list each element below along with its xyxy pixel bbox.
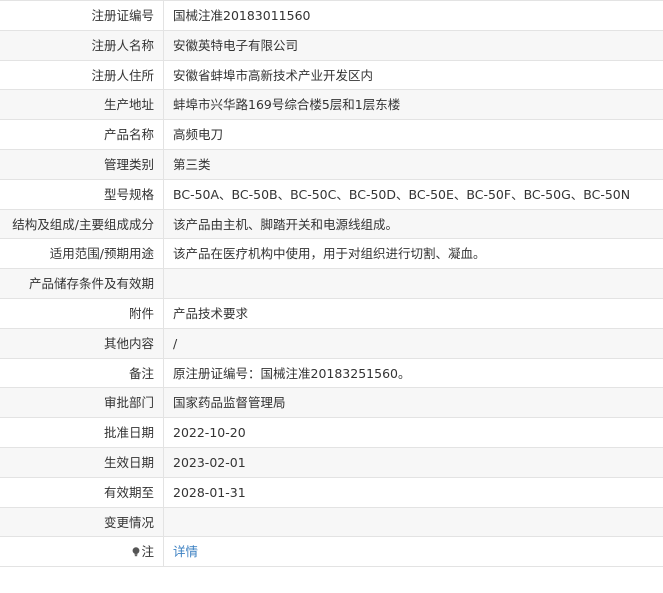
value-registration-number: 国械注准20183011560 bbox=[173, 8, 311, 23]
row-production-address: 生产地址 蚌埠市兴华路169号综合楼5层和1层东楼 bbox=[0, 90, 663, 121]
label-attachment: 附件 bbox=[0, 298, 164, 328]
row-management-category: 管理类别 第三类 bbox=[0, 149, 663, 180]
row-attachment: 附件 产品技术要求 bbox=[0, 298, 663, 329]
label-approval-date: 批准日期 bbox=[0, 418, 164, 447]
row-structure-composition: 结构及组成/主要组成成分 该产品由主机、脚踏开关和电源线组成。 bbox=[0, 209, 663, 240]
row-product-name: 产品名称 高频电刀 bbox=[0, 120, 663, 150]
value-registrant-name: 安徽英特电子有限公司 bbox=[173, 37, 299, 53]
label-product-name: 产品名称 bbox=[0, 120, 164, 149]
details-link[interactable]: 详情 bbox=[173, 544, 198, 559]
label-production-address: 生产地址 bbox=[0, 90, 164, 120]
value-product-name: 高频电刀 bbox=[173, 127, 224, 143]
lightbulb-icon bbox=[133, 547, 140, 557]
label-note-text: 注 bbox=[141, 544, 154, 560]
row-model-spec: 型号规格 BC-50A、BC-50B、BC-50C、BC-50D、BC-50E、… bbox=[0, 179, 663, 210]
value-storage-conditions bbox=[164, 269, 663, 298]
registration-info-table: 注册证编号 国械注准20183011560 注册人名称 安徽英特电子有限公司 注… bbox=[0, 0, 663, 568]
row-registration-number: 注册证编号 国械注准20183011560 bbox=[0, 1, 663, 31]
value-attachment: 产品技术要求 bbox=[173, 305, 249, 321]
label-structure-composition: 结构及组成/主要组成成分 bbox=[0, 209, 164, 239]
label-intended-use: 适用范围/预期用途 bbox=[0, 239, 164, 269]
label-change-status: 变更情况 bbox=[0, 507, 164, 537]
row-change-status: 变更情况 bbox=[0, 507, 663, 538]
row-registrant-address: 注册人住所 安徽省蚌埠市高新技术产业开发区内 bbox=[0, 60, 663, 91]
value-registrant-address: 安徽省蚌埠市高新技术产业开发区内 bbox=[173, 67, 374, 83]
value-other-content: / bbox=[173, 335, 178, 351]
row-effective-date: 生效日期 2023-02-01 bbox=[0, 447, 663, 478]
label-registration-number: 注册证编号 bbox=[0, 1, 164, 30]
label-valid-until: 有效期至 bbox=[0, 477, 164, 507]
value-model-spec: BC-50A、BC-50B、BC-50C、BC-50D、BC-50E、BC-50… bbox=[173, 186, 631, 202]
label-remarks: 备注 bbox=[0, 358, 164, 388]
row-valid-until: 有效期至 2028-01-31 bbox=[0, 477, 663, 508]
row-approval-date: 批准日期 2022-10-20 bbox=[0, 418, 663, 448]
value-effective-date: 2023-02-01 bbox=[173, 454, 246, 470]
row-remarks: 备注 原注册证编号：国械注准20183251560。 bbox=[0, 358, 663, 389]
row-storage-conditions: 产品储存条件及有效期 bbox=[0, 269, 663, 299]
row-note: 注 详情 bbox=[0, 537, 663, 568]
label-model-spec: 型号规格 bbox=[0, 179, 164, 209]
value-management-category: 第三类 bbox=[173, 156, 211, 172]
value-valid-until: 2028-01-31 bbox=[173, 484, 246, 500]
label-effective-date: 生效日期 bbox=[0, 447, 164, 477]
value-intended-use: 该产品在医疗机构中使用，用于对组织进行切割、凝血。 bbox=[173, 246, 486, 262]
row-other-content: 其他内容 / bbox=[0, 328, 663, 359]
value-structure-composition: 该产品由主机、脚踏开关和电源线组成。 bbox=[173, 216, 399, 232]
label-note: 注 bbox=[0, 537, 164, 567]
value-approval-date: 2022-10-20 bbox=[173, 425, 246, 441]
value-production-address: 蚌埠市兴华路169号综合楼5层和1层东楼 bbox=[173, 97, 401, 113]
row-registrant-name: 注册人名称 安徽英特电子有限公司 bbox=[0, 30, 663, 61]
value-remarks: 原注册证编号：国械注准20183251560。 bbox=[173, 365, 411, 381]
row-approval-department: 审批部门 国家药品监督管理局 bbox=[0, 388, 663, 419]
label-registrant-name: 注册人名称 bbox=[0, 30, 164, 60]
label-approval-department: 审批部门 bbox=[0, 388, 164, 418]
row-intended-use: 适用范围/预期用途 该产品在医疗机构中使用，用于对组织进行切割、凝血。 bbox=[0, 239, 663, 270]
label-storage-conditions: 产品储存条件及有效期 bbox=[0, 269, 164, 298]
value-change-status bbox=[164, 508, 663, 537]
value-approval-department: 国家药品监督管理局 bbox=[173, 395, 286, 411]
label-registrant-address: 注册人住所 bbox=[0, 60, 164, 90]
value-note: 详情 bbox=[164, 537, 663, 566]
label-management-category: 管理类别 bbox=[0, 149, 164, 179]
label-other-content: 其他内容 bbox=[0, 328, 164, 358]
